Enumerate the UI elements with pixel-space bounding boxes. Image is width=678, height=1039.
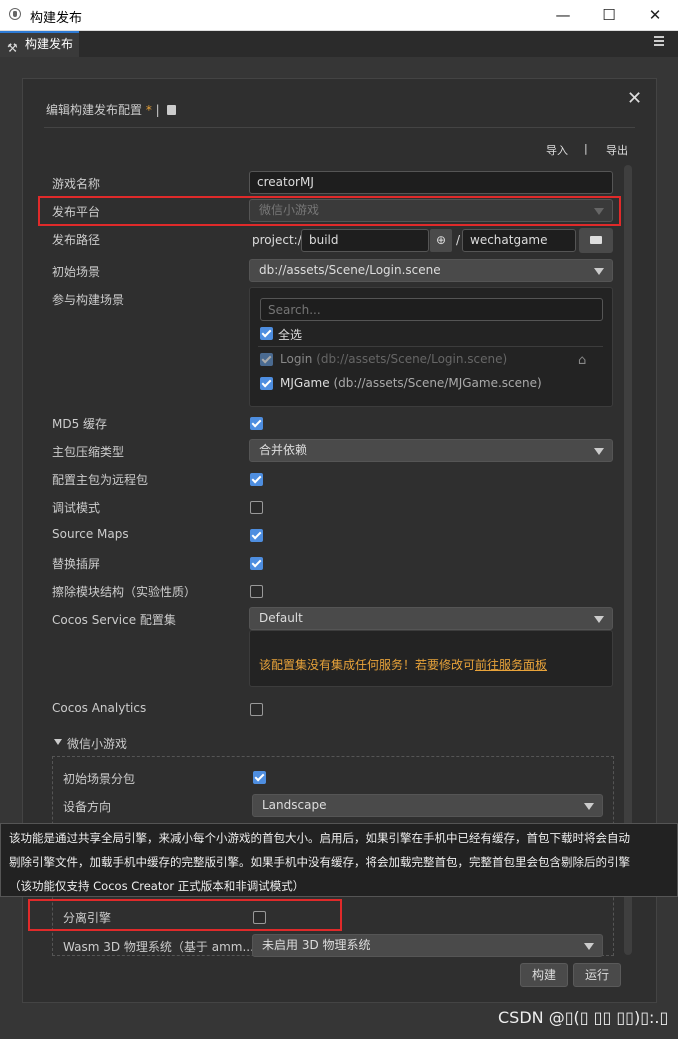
import-link[interactable]: 导入 bbox=[546, 142, 568, 158]
minimize-button[interactable]: — bbox=[540, 0, 586, 30]
menu-icon[interactable] bbox=[654, 36, 664, 38]
scene-divider bbox=[258, 346, 603, 347]
link-divider: | bbox=[584, 142, 588, 155]
orientation-value: Landscape bbox=[262, 798, 327, 812]
highlight-platform bbox=[38, 196, 621, 226]
chevron-down-icon bbox=[594, 448, 604, 455]
wasm-value: 未启用 3D 物理系统 bbox=[262, 938, 371, 952]
sourcemaps-label: Source Maps bbox=[52, 527, 129, 541]
start-scene-value: db://assets/Scene/Login.scene bbox=[259, 263, 441, 277]
analytics-checkbox[interactable] bbox=[250, 703, 263, 716]
erase-label: 擦除模块结构（实验性质） bbox=[52, 585, 197, 599]
service-label: Cocos Service 配置集 bbox=[52, 613, 176, 627]
export-link[interactable]: 导出 bbox=[606, 142, 628, 158]
run-button[interactable]: 运行 bbox=[573, 963, 621, 987]
tooltip-line-1: 该功能是通过共享全局引擎，来减小每个小游戏的首包大小。启用后，如果引擎在手机中已… bbox=[9, 831, 630, 845]
chevron-down-icon bbox=[584, 803, 594, 810]
tab-label: 构建发布 bbox=[25, 37, 74, 51]
header-divider bbox=[44, 127, 635, 128]
scenes-label: 参与构建场景 bbox=[52, 293, 125, 307]
path-slash: / bbox=[456, 233, 461, 247]
subpackage-checkbox[interactable] bbox=[253, 771, 266, 784]
book-icon[interactable] bbox=[166, 105, 176, 115]
debug-checkbox[interactable] bbox=[250, 501, 263, 514]
orientation-label: 设备方向 bbox=[63, 800, 112, 814]
open-folder-button[interactable] bbox=[579, 228, 613, 253]
chevron-down-icon bbox=[584, 943, 594, 950]
orientation-select[interactable]: Landscape bbox=[252, 794, 603, 817]
path-label: 发布路径 bbox=[52, 233, 101, 247]
start-scene-select[interactable]: db://assets/Scene/Login.scene bbox=[249, 259, 613, 282]
scene2-path: (db://assets/Scene/MJGame.scene) bbox=[329, 376, 542, 390]
dialog-title-text: 编辑构建发布配置 bbox=[46, 103, 143, 117]
scene1-path: (db://assets/Scene/Login.scene) bbox=[312, 352, 508, 366]
wechat-section-title[interactable]: 微信小游戏 bbox=[67, 735, 127, 752]
start-scene-label: 初始场景 bbox=[52, 265, 101, 279]
search-folder-icon[interactable]: ⊕ bbox=[430, 229, 452, 252]
game-name-input[interactable]: creatorMJ bbox=[249, 171, 613, 194]
sourcemaps-checkbox[interactable] bbox=[250, 529, 263, 542]
window-title: 构建发布 bbox=[30, 11, 83, 26]
md5-label: MD5 缓存 bbox=[52, 417, 108, 431]
scene-search-input[interactable] bbox=[260, 298, 603, 321]
unsaved-star: * bbox=[142, 103, 156, 117]
section-collapse-icon[interactable] bbox=[54, 739, 62, 745]
splash-checkbox[interactable] bbox=[250, 557, 263, 570]
service-warning: 该配置集没有集成任何服务！若要修改可前往服务面板 bbox=[259, 656, 547, 673]
wasm-select[interactable]: 未启用 3D 物理系统 bbox=[252, 934, 603, 957]
service-warning-text: 该配置集没有集成任何服务！若要修改可 bbox=[259, 658, 476, 672]
service-value: Default bbox=[259, 611, 303, 625]
build-button[interactable]: 构建 bbox=[520, 963, 568, 987]
service-select[interactable]: Default bbox=[249, 607, 613, 630]
erase-checkbox[interactable] bbox=[250, 585, 263, 598]
dialog-title: 编辑构建发布配置 * | bbox=[46, 101, 176, 118]
analytics-label: Cocos Analytics bbox=[52, 701, 147, 715]
path-input[interactable]: build bbox=[301, 229, 429, 252]
remote-checkbox[interactable] bbox=[250, 473, 263, 486]
path-prefix: project:// bbox=[252, 233, 306, 247]
select-all-label: 全选 bbox=[278, 328, 303, 342]
tab-bar: ⚒ 构建发布 bbox=[0, 31, 678, 57]
select-all-checkbox[interactable] bbox=[260, 327, 273, 340]
scene2-item: MJGame (db://assets/Scene/MJGame.scene) bbox=[280, 376, 542, 390]
scene1-item: Login (db://assets/Scene/Login.scene) bbox=[280, 352, 507, 366]
app-icon bbox=[9, 8, 21, 20]
window-titlebar: 构建发布 — ☐ ✕ bbox=[0, 0, 678, 31]
game-name-label: 游戏名称 bbox=[52, 177, 101, 191]
chevron-down-icon bbox=[594, 616, 604, 623]
folder-icon bbox=[590, 236, 602, 244]
compress-label: 主包压缩类型 bbox=[52, 445, 125, 459]
remote-label: 配置主包为远程包 bbox=[52, 473, 149, 487]
debug-label: 调试模式 bbox=[52, 501, 101, 515]
watermark: CSDN @▯(▯ ▯▯ ▯▯)▯:.▯ bbox=[498, 1008, 669, 1027]
home-icon: ⌂ bbox=[578, 353, 587, 368]
compress-value: 合并依赖 bbox=[259, 443, 308, 457]
service-panel-link[interactable]: 前往服务面板 bbox=[475, 658, 547, 672]
scene2-name: MJGame bbox=[280, 376, 330, 390]
path-folder-input[interactable]: wechatgame bbox=[462, 229, 576, 252]
tooltip-line-3: （该功能仅支持 Cocos Creator 正式版本和非调试模式） bbox=[9, 879, 305, 893]
chevron-down-icon bbox=[594, 268, 604, 275]
scene1-name: Login bbox=[280, 352, 313, 366]
title-separator: | bbox=[155, 103, 160, 117]
md5-checkbox[interactable] bbox=[250, 417, 263, 430]
scene1-checkbox bbox=[260, 353, 273, 366]
subpackage-label: 初始场景分包 bbox=[63, 772, 136, 786]
close-window-button[interactable]: ✕ bbox=[632, 0, 678, 30]
close-dialog-icon[interactable]: ✕ bbox=[627, 88, 642, 109]
splash-label: 替换插屏 bbox=[52, 557, 101, 571]
wasm-label: Wasm 3D 物理系统（基于 amm... bbox=[63, 940, 254, 954]
tooltip: 该功能是通过共享全局引擎，来减小每个小游戏的首包大小。启用后，如果引擎在手机中已… bbox=[0, 823, 678, 897]
scene2-checkbox[interactable] bbox=[260, 377, 273, 390]
highlight-separate-engine bbox=[28, 899, 342, 931]
tab-build-publish[interactable]: ⚒ 构建发布 bbox=[0, 31, 79, 57]
maximize-button[interactable]: ☐ bbox=[586, 0, 632, 30]
tooltip-line-2: 剔除引擎文件，加载手机中缓存的完整版引擎。如果手机中没有缓存，将会加载完整首包，… bbox=[9, 855, 630, 869]
tools-icon: ⚒ bbox=[7, 41, 18, 55]
compress-select[interactable]: 合并依赖 bbox=[249, 439, 613, 462]
